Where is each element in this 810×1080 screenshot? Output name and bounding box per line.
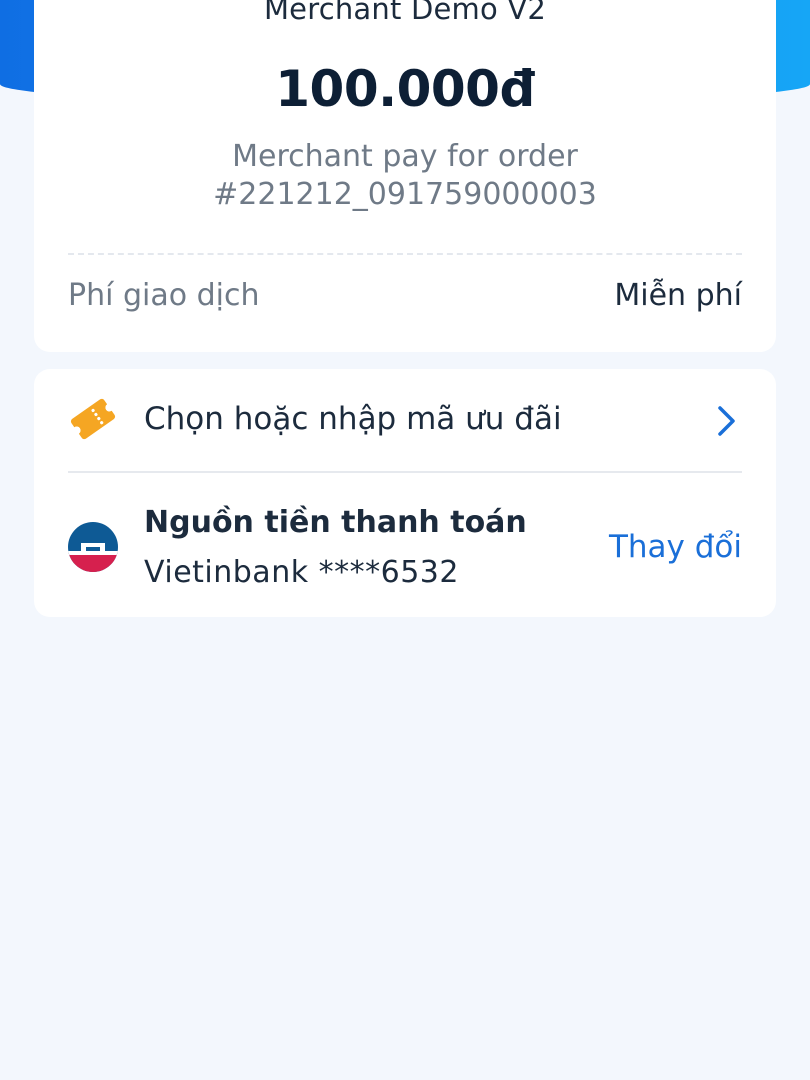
fee-label: Phí giao dịch	[68, 278, 260, 313]
bank-account: Vietinbank ****6532	[144, 555, 459, 590]
payment-source-title: Nguồn tiền thanh toán	[144, 505, 527, 540]
payment-options-card: Chọn hoặc nhập mã ưu đãi Nguồn tiền than…	[34, 369, 776, 617]
dashed-divider	[68, 253, 742, 255]
fee-value: Miễn phí	[614, 278, 742, 313]
payment-source-row: Nguồn tiền thanh toán Vietinbank ****653…	[34, 473, 776, 617]
merchant-name: Merchant Demo V2	[263, 0, 547, 26]
vietinbank-logo-icon	[68, 522, 118, 572]
ticket-icon	[70, 398, 116, 440]
change-source-button[interactable]: Thay đổi	[609, 529, 742, 565]
payment-amount: 100.000đ	[275, 60, 535, 118]
promo-code-label: Chọn hoặc nhập mã ưu đãi	[144, 401, 562, 437]
chevron-right-icon	[718, 406, 735, 436]
order-summary-card: Merchant Demo V2 100.000đ Merchant pay f…	[34, 0, 776, 352]
order-id: #221212_091759000003	[213, 177, 597, 212]
order-description: Merchant pay for order #221212_091759000…	[34, 138, 776, 214]
order-description-line1: Merchant pay for order	[232, 139, 578, 174]
promo-code-row[interactable]: Chọn hoặc nhập mã ưu đãi	[34, 369, 776, 471]
